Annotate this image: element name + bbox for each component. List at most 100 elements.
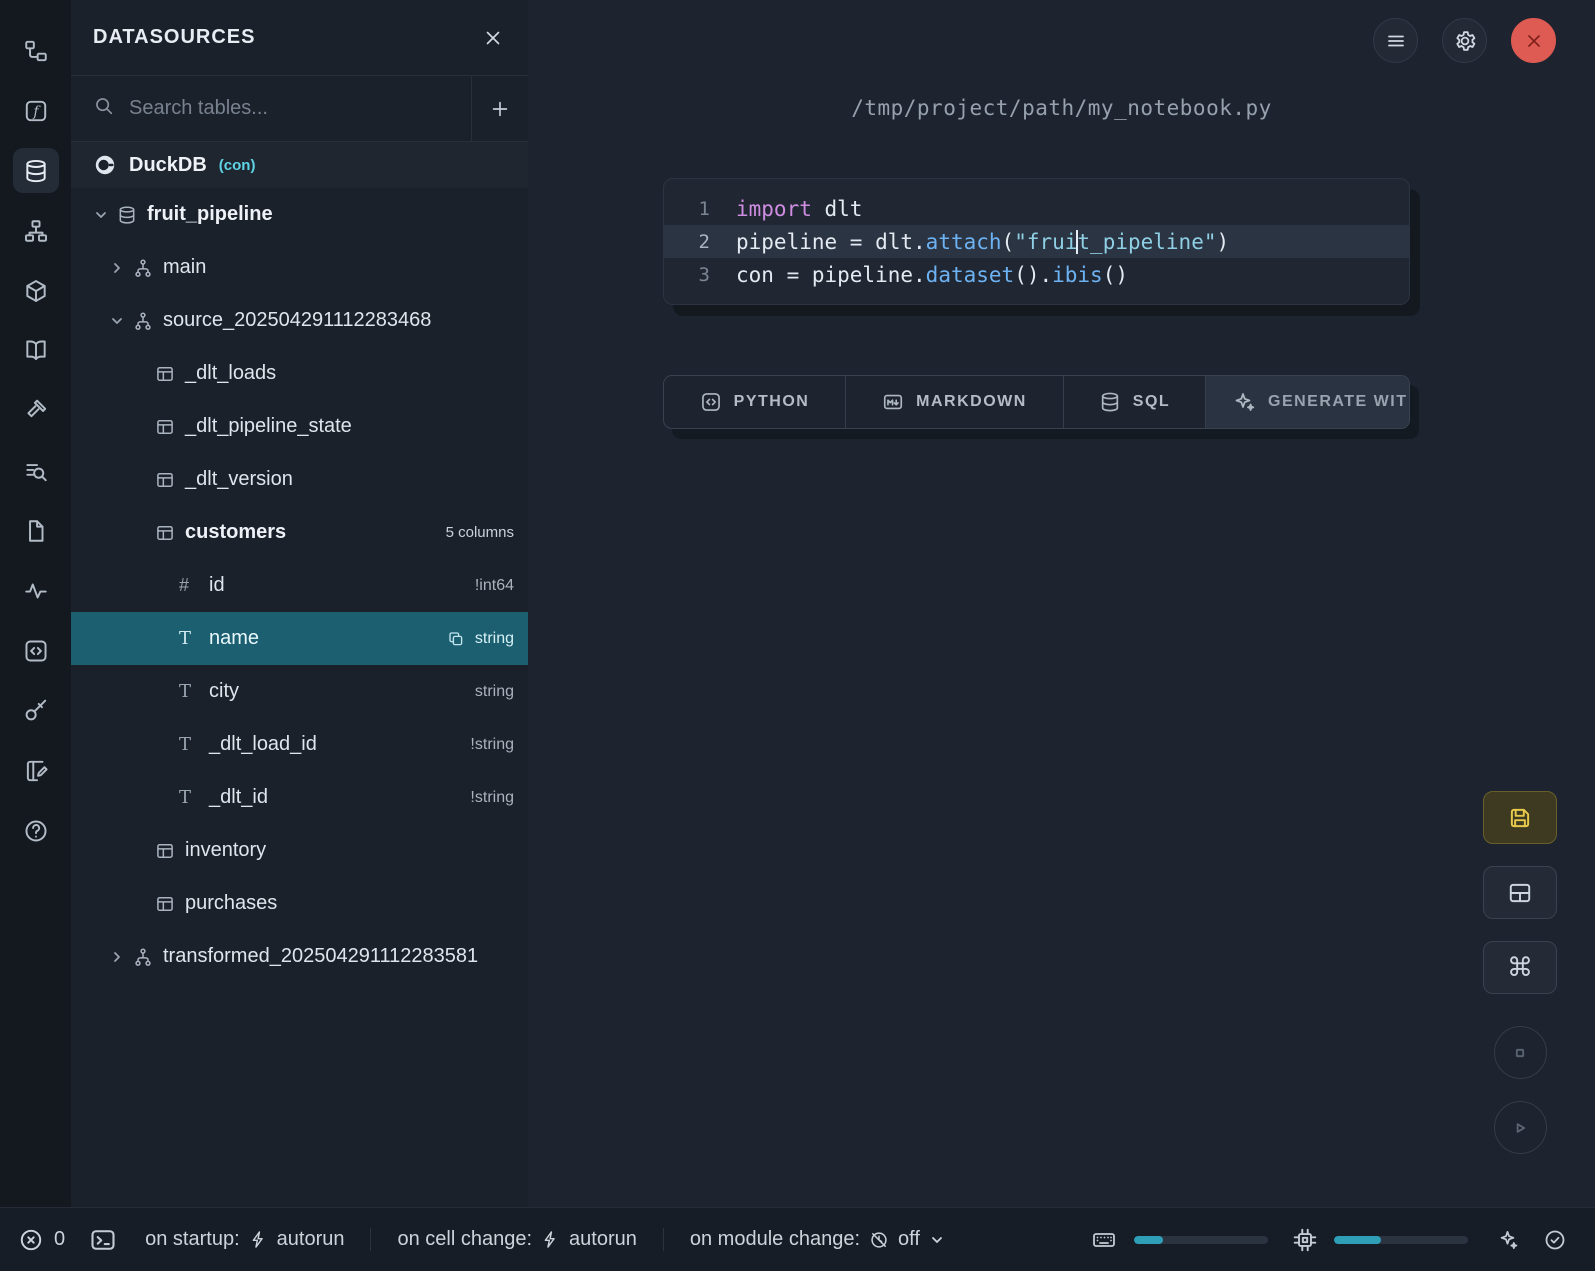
copy-icon[interactable] bbox=[447, 630, 465, 648]
tree-item-database[interactable]: fruit_pipeline bbox=[71, 188, 528, 241]
column-count: 5 columns bbox=[446, 524, 514, 541]
secrets-button[interactable] bbox=[13, 688, 59, 733]
code-cell[interactable]: 1 import dlt 2 pipeline = dlt.attach("fr… bbox=[663, 178, 1410, 305]
startup-autorun-setting[interactable]: on startup: autorun bbox=[145, 1228, 344, 1251]
layout-button[interactable] bbox=[1483, 866, 1557, 919]
duckdb-logo-icon bbox=[93, 153, 117, 177]
startup-label: on startup: bbox=[145, 1228, 240, 1251]
add-sql-label: SQL bbox=[1133, 393, 1170, 411]
play-icon bbox=[1508, 1116, 1532, 1140]
add-python-cell-button[interactable]: PYTHON bbox=[664, 376, 846, 428]
table-icon bbox=[155, 841, 185, 861]
terminal-icon bbox=[89, 1226, 117, 1254]
help-button[interactable] bbox=[13, 808, 59, 853]
tree-item-column-id[interactable]: # id !int64 bbox=[71, 559, 528, 612]
packages-button[interactable] bbox=[13, 268, 59, 313]
cpu-activity-meter[interactable] bbox=[1334, 1236, 1468, 1244]
stop-button[interactable] bbox=[1494, 1026, 1547, 1079]
tree-item-table[interactable]: _dlt_version bbox=[71, 453, 528, 506]
tree-item-table-customers[interactable]: customers 5 columns bbox=[71, 506, 528, 559]
tree-item-label: _dlt_pipeline_state bbox=[185, 415, 352, 438]
tree-item-schema[interactable]: source_202504291112283468 bbox=[71, 294, 528, 347]
dependencies-button[interactable] bbox=[13, 208, 59, 253]
keyboard-shortcuts-button[interactable]: ⌘ bbox=[1483, 941, 1557, 994]
error-indicator[interactable]: 0 bbox=[18, 1227, 65, 1253]
datasources-button[interactable] bbox=[13, 148, 59, 193]
cell-side-buttons: ⌘ bbox=[1483, 791, 1557, 1154]
module-change-label: on module change: bbox=[690, 1228, 860, 1251]
menu-button[interactable] bbox=[1373, 18, 1418, 63]
search-input[interactable] bbox=[129, 97, 471, 120]
markdown-icon bbox=[882, 391, 904, 413]
sparkle-icon[interactable] bbox=[1496, 1228, 1519, 1251]
tree-item-label: purchases bbox=[185, 892, 277, 915]
table-icon bbox=[155, 417, 185, 437]
chevron-down-icon[interactable] bbox=[109, 313, 133, 329]
tree-item-column-dlt-load-id[interactable]: T _dlt_load_id !string bbox=[71, 718, 528, 771]
code-block-icon bbox=[23, 638, 49, 664]
save-button[interactable] bbox=[1483, 791, 1557, 844]
column-type: !string bbox=[470, 736, 514, 754]
database-icon bbox=[1099, 391, 1121, 413]
chevron-right-icon[interactable] bbox=[109, 949, 133, 965]
close-panel-button[interactable] bbox=[482, 27, 504, 49]
table-icon bbox=[155, 894, 185, 914]
function-button[interactable]: f bbox=[13, 88, 59, 133]
add-markdown-cell-button[interactable]: MARKDOWN bbox=[846, 376, 1064, 428]
add-markdown-label: MARKDOWN bbox=[916, 393, 1027, 411]
cell-change-autorun-setting[interactable]: on cell change: autorun bbox=[370, 1228, 636, 1251]
snippets-button[interactable] bbox=[13, 628, 59, 673]
search-row bbox=[71, 76, 528, 142]
add-sql-cell-button[interactable]: SQL bbox=[1064, 376, 1206, 428]
hammer-icon bbox=[23, 398, 49, 424]
chevron-right-icon[interactable] bbox=[109, 260, 133, 276]
connection-ok-icon[interactable] bbox=[1543, 1228, 1567, 1252]
module-change-setting[interactable]: on module change: off bbox=[663, 1228, 945, 1251]
text-type-icon: T bbox=[179, 628, 209, 649]
logs-button[interactable] bbox=[13, 448, 59, 493]
line-number: 2 bbox=[664, 231, 710, 253]
line-number: 1 bbox=[664, 198, 710, 220]
terminal-button[interactable] bbox=[89, 1226, 117, 1254]
status-bar: 0 on startup: autorun on cell change: au… bbox=[0, 1207, 1595, 1271]
scratchpad-button[interactable] bbox=[13, 748, 59, 793]
text-type-icon: T bbox=[179, 787, 209, 808]
tree-item-column-name[interactable]: T name string bbox=[71, 612, 528, 665]
code-line-3: 3 con = pipeline.dataset().ibis() bbox=[664, 258, 1409, 291]
note-edit-icon bbox=[23, 758, 49, 784]
cell-change-value: autorun bbox=[569, 1228, 637, 1251]
generate-with-ai-button[interactable]: GENERATE WIT bbox=[1206, 376, 1409, 428]
tools-button[interactable] bbox=[13, 388, 59, 433]
lightning-icon bbox=[249, 1230, 268, 1249]
window-buttons bbox=[1373, 18, 1556, 63]
activity-button[interactable] bbox=[13, 568, 59, 613]
shutdown-button[interactable] bbox=[1511, 18, 1556, 63]
documentation-button[interactable] bbox=[13, 328, 59, 373]
run-button[interactable] bbox=[1494, 1101, 1547, 1154]
text-type-icon: T bbox=[179, 734, 209, 755]
database-icon bbox=[23, 158, 49, 184]
settings-button[interactable] bbox=[1442, 18, 1487, 63]
key-icon bbox=[23, 698, 49, 724]
tree-item-table[interactable]: _dlt_loads bbox=[71, 347, 528, 400]
chevron-down-icon[interactable] bbox=[93, 207, 117, 223]
file-icon bbox=[23, 518, 49, 544]
keyboard-activity-meter[interactable] bbox=[1134, 1236, 1268, 1244]
layout-icon bbox=[1507, 880, 1533, 906]
tree-item-table[interactable]: inventory bbox=[71, 824, 528, 877]
add-datasource-button[interactable] bbox=[471, 76, 528, 141]
clock-off-icon bbox=[869, 1230, 889, 1250]
tree-structure-button[interactable] bbox=[13, 28, 59, 73]
files-button[interactable] bbox=[13, 508, 59, 553]
tree-item-schema[interactable]: transformed_202504291112283581 bbox=[71, 930, 528, 983]
book-icon bbox=[23, 338, 49, 364]
tree-item-column-dlt-id[interactable]: T _dlt_id !string bbox=[71, 771, 528, 824]
meter-fill bbox=[1134, 1236, 1163, 1244]
connection-name: DuckDB bbox=[129, 154, 207, 177]
tree-item-schema[interactable]: main bbox=[71, 241, 528, 294]
tree-item-table[interactable]: _dlt_pipeline_state bbox=[71, 400, 528, 453]
tree-item-table[interactable]: purchases bbox=[71, 877, 528, 930]
connection-row[interactable]: DuckDB (con) bbox=[71, 142, 528, 188]
integer-type-icon: # bbox=[179, 575, 209, 596]
tree-item-column-city[interactable]: T city string bbox=[71, 665, 528, 718]
